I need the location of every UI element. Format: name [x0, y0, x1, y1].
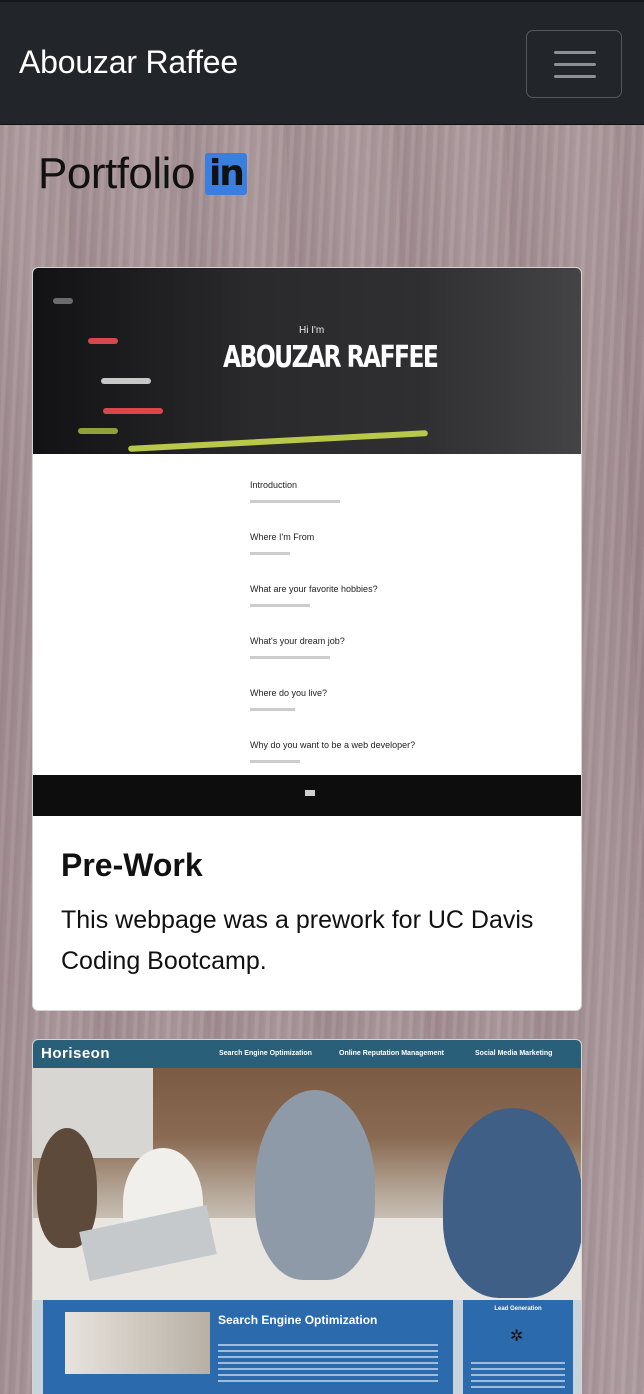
qa-item: Where I'm From [250, 532, 314, 555]
hamburger-icon-line [554, 75, 596, 78]
horiseon-seo-title: Search Engine Optimization [218, 1313, 378, 1327]
horiseon-lead-title: Lead Generation [494, 1306, 542, 1312]
qa-answer-placeholder [250, 708, 295, 711]
project-card-horiseon[interactable]: Horiseon Search Engine Optimization Onli… [32, 1039, 582, 1394]
navbar-toggler-button[interactable] [526, 30, 622, 98]
page-heading: Portfolio in [38, 146, 247, 202]
horiseon-nav-item: Online Reputation Management [339, 1050, 445, 1057]
qa-answer-placeholder [250, 552, 290, 555]
navbar-brand[interactable]: Abouzar Raffee [19, 42, 238, 82]
screenshot-footer [33, 775, 581, 816]
qa-answer-placeholder [250, 760, 300, 763]
screenshot-greeting: Hi I'm [299, 325, 325, 336]
hamburger-icon-line [554, 63, 596, 66]
qa-item: What's your dream job? [250, 636, 345, 659]
card-title: Pre-Work [61, 847, 203, 883]
project-card-prework[interactable]: Hi I'm ABOUZAR RAFFEE Introduction Where… [32, 267, 582, 1011]
qa-answer-placeholder [250, 604, 310, 607]
horiseon-nav-item: Search Engine Optimization [219, 1050, 312, 1057]
qa-answer-placeholder [250, 500, 340, 503]
qa-question: Why do you want to be a web developer? [250, 740, 416, 750]
qa-item: Why do you want to be a web developer? [250, 740, 415, 763]
qa-question: What's your dream job? [250, 636, 345, 646]
screenshot-hero: Hi I'm ABOUZAR RAFFEE [33, 268, 581, 454]
project-screenshot: Hi I'm ABOUZAR RAFFEE Introduction Where… [33, 268, 581, 816]
horiseon-hero-photo [33, 1068, 581, 1300]
horiseon-lead-section: Lead Generation ✲ [463, 1300, 573, 1394]
qa-question: Where I'm From [250, 532, 315, 542]
linkedin-icon[interactable]: in [204, 153, 247, 195]
qa-item: Introduction [250, 480, 340, 503]
horiseon-sections: Search Engine Optimization Lead Generati… [33, 1300, 581, 1394]
qa-question: Introduction [250, 480, 298, 490]
page-title: Portfolio [38, 149, 195, 198]
horiseon-seo-section: Search Engine Optimization [43, 1300, 453, 1394]
horiseon-nav-item: Social Media Marketing [475, 1050, 553, 1057]
hamburger-icon [554, 51, 596, 54]
qa-item: What are your favorite hobbies? [250, 584, 378, 607]
horiseon-logo: Horiseon [41, 1045, 111, 1062]
qa-question: What are your favorite hobbies? [250, 584, 378, 594]
card-description: This webpage was a prework for UC Davis … [61, 906, 534, 975]
lead-icon: ✲ [510, 1328, 524, 1345]
qa-answer-placeholder [250, 656, 330, 659]
qa-question: Where do you live? [250, 688, 328, 698]
screenshot-name: ABOUZAR RAFFEE [223, 340, 439, 375]
card-body: Pre-Work This webpage was a prework for … [61, 844, 561, 982]
navbar: Abouzar Raffee [0, 0, 644, 125]
horiseon-header: Horiseon Search Engine Optimization Onli… [33, 1040, 581, 1068]
qa-item: Where do you live? [250, 688, 327, 711]
